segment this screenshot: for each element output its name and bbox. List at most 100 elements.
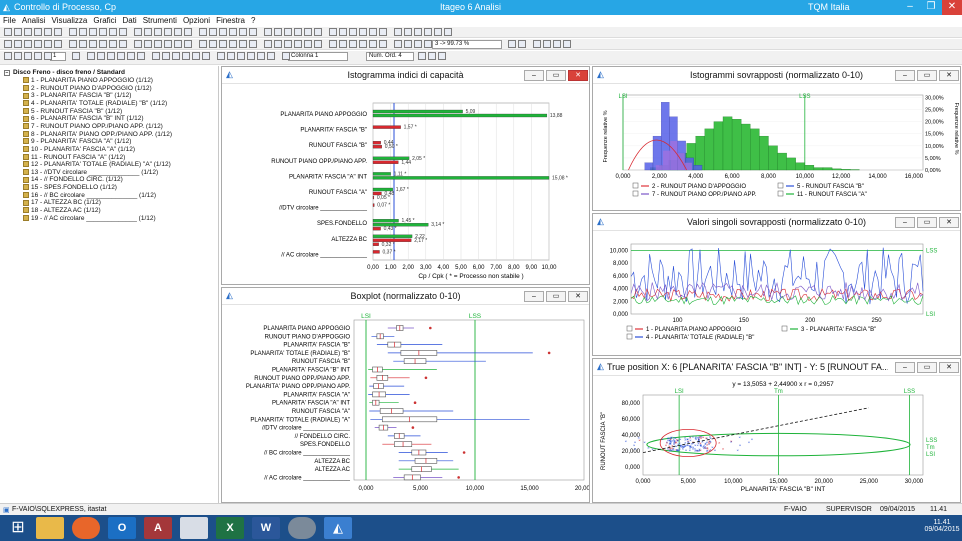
toolbar-button[interactable] — [267, 52, 275, 60]
toolbar-button[interactable] — [219, 28, 227, 36]
windows-start-icon[interactable]: ⊞ — [4, 517, 32, 539]
toolbar-button[interactable] — [172, 52, 180, 60]
toolbar-button[interactable] — [137, 52, 145, 60]
toolbar-button[interactable] — [359, 28, 367, 36]
toolbar-button[interactable] — [119, 40, 127, 48]
toolbar-button[interactable] — [99, 28, 107, 36]
toolbar-button[interactable] — [34, 52, 42, 60]
toolbar-button[interactable] — [247, 52, 255, 60]
toolbar-button[interactable] — [134, 28, 142, 36]
toolbar-button[interactable] — [119, 28, 127, 36]
toolbar-button[interactable] — [164, 40, 172, 48]
firefox-icon[interactable] — [72, 517, 100, 539]
toolbar-button[interactable] — [414, 28, 422, 36]
toolbar-button[interactable] — [72, 52, 80, 60]
toolbar-button[interactable] — [97, 52, 105, 60]
toolbar-button[interactable] — [199, 40, 207, 48]
toolbar-button[interactable] — [4, 40, 12, 48]
itageo-icon[interactable]: ◭ — [324, 517, 352, 539]
toolbar-button[interactable] — [553, 40, 561, 48]
tree-item[interactable]: 19 - // AC circolare ______________ (1/1… — [23, 215, 156, 223]
maximize-icon[interactable]: ▭ — [917, 362, 937, 373]
toolbar-button[interactable] — [563, 40, 571, 48]
toolbar-button[interactable] — [369, 40, 377, 48]
toolbar-button[interactable] — [294, 28, 302, 36]
toolbar-button[interactable] — [209, 40, 217, 48]
toolbar-button[interactable] — [79, 28, 87, 36]
menu-analisi[interactable]: Analisi — [19, 15, 49, 26]
close-icon[interactable]: ✕ — [568, 70, 588, 81]
toolbar-button[interactable] — [404, 40, 412, 48]
toolbar-button[interactable] — [359, 40, 367, 48]
toolbar-button[interactable] — [444, 28, 452, 36]
toolbar-button[interactable] — [54, 28, 62, 36]
close-icon[interactable]: ✕ — [939, 362, 959, 373]
toolbar-button[interactable] — [87, 52, 95, 60]
toolbar-button[interactable] — [14, 40, 22, 48]
toolbar-button[interactable] — [518, 40, 526, 48]
minimize-icon[interactable]: – — [524, 70, 544, 81]
toolbar-button[interactable] — [284, 40, 292, 48]
toolbar-button[interactable] — [339, 40, 347, 48]
toolbar-button[interactable] — [239, 28, 247, 36]
toolbar-button[interactable] — [44, 52, 52, 60]
toolbar-button[interactable] — [144, 40, 152, 48]
toolbar-button[interactable] — [109, 40, 117, 48]
toolbar-button[interactable] — [109, 28, 117, 36]
toolbar-button[interactable] — [24, 28, 32, 36]
minimize-icon[interactable]: – — [895, 70, 915, 81]
toolbar-button[interactable] — [69, 28, 77, 36]
toolbar-button[interactable] — [219, 40, 227, 48]
access-icon[interactable]: A — [144, 517, 172, 539]
toolbar-button[interactable] — [379, 40, 387, 48]
close-icon[interactable]: ✕ — [942, 0, 962, 15]
paint-icon[interactable] — [288, 517, 316, 539]
toolbar-button[interactable] — [274, 40, 282, 48]
toolbar-button[interactable] — [202, 52, 210, 60]
toolbar-button[interactable] — [229, 28, 237, 36]
maximize-icon[interactable]: ▭ — [546, 291, 566, 302]
minimize-icon[interactable]: – — [895, 362, 915, 373]
toolbar-button[interactable] — [229, 40, 237, 48]
minimize-icon[interactable]: – — [900, 0, 920, 15]
toolbar-button[interactable] — [237, 52, 245, 60]
toolbar-button[interactable] — [192, 52, 200, 60]
toolbar-button[interactable] — [257, 52, 265, 60]
toolbar-button[interactable] — [424, 40, 432, 48]
toolbar-button[interactable] — [414, 40, 422, 48]
close-icon[interactable]: ✕ — [939, 217, 959, 228]
tree-root[interactable]: − Disco Freno - disco freno / Standard — [4, 69, 125, 77]
restore-icon[interactable]: ❐ — [921, 0, 941, 15]
menu-finestra[interactable]: Finestra — [213, 15, 248, 26]
toolbar-button[interactable] — [379, 28, 387, 36]
toolbar-button[interactable] — [227, 52, 235, 60]
toolbar-button[interactable] — [369, 28, 377, 36]
toolbar-button[interactable] — [14, 52, 22, 60]
menu-help[interactable]: ? — [248, 15, 258, 26]
toolbar-button[interactable] — [418, 52, 426, 60]
toolbar-button[interactable] — [304, 40, 312, 48]
toolbar-button[interactable] — [14, 28, 22, 36]
toolbar-button[interactable] — [134, 40, 142, 48]
maximize-icon[interactable]: ▭ — [917, 217, 937, 228]
toolbar-button[interactable] — [314, 28, 322, 36]
toolbar-button[interactable] — [217, 52, 225, 60]
toolbar-button[interactable] — [24, 40, 32, 48]
toolbar-button[interactable] — [249, 28, 257, 36]
menu-grafici[interactable]: Grafici — [90, 15, 119, 26]
toolbar-button[interactable] — [44, 28, 52, 36]
toolbar-button[interactable] — [54, 40, 62, 48]
toolbar-button[interactable] — [314, 40, 322, 48]
maximize-icon[interactable]: ▭ — [917, 70, 937, 81]
toolbar-button[interactable] — [282, 52, 290, 60]
toolbar-button[interactable] — [164, 28, 172, 36]
toolbar-button[interactable] — [533, 40, 541, 48]
toolbar-button[interactable] — [404, 28, 412, 36]
toolbar-button[interactable] — [199, 28, 207, 36]
toolbar-button[interactable] — [174, 40, 182, 48]
toolbar-button[interactable] — [34, 40, 42, 48]
toolbar-button[interactable] — [69, 40, 77, 48]
toolbar-button[interactable] — [339, 28, 347, 36]
toolbar-button[interactable] — [424, 28, 432, 36]
toolbar-button[interactable] — [174, 28, 182, 36]
